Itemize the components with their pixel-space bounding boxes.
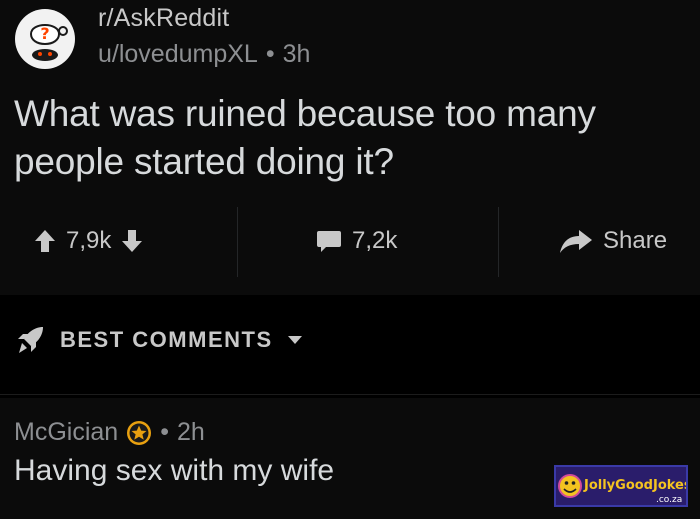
- star-award-icon[interactable]: [126, 420, 152, 446]
- comment-count: 7,2k: [352, 227, 398, 254]
- post-card: ? r/AskReddit u/lovedumpXL • 3h What was r…: [0, 0, 700, 295]
- comments-button[interactable]: 7,2k: [316, 225, 397, 257]
- comment-body: Having sex with my wife: [14, 454, 335, 487]
- post-author[interactable]: u/lovedumpXL: [98, 40, 258, 68]
- arrow-up-icon[interactable]: [34, 229, 56, 253]
- comment-sort-selector[interactable]: BEST COMMENTS: [14, 324, 303, 356]
- share-label: Share: [603, 227, 668, 254]
- comment-separator: •: [160, 418, 169, 446]
- vote-group: 7,9k: [34, 225, 143, 257]
- arrow-down-icon[interactable]: [121, 229, 143, 253]
- post-meta: u/lovedumpXL • 3h: [98, 40, 310, 69]
- comment-header: McGician • 2h: [14, 418, 205, 447]
- post-age: 3h: [282, 40, 311, 68]
- comment-sort-bar: BEST COMMENTS: [0, 296, 700, 395]
- rocket-icon: [18, 327, 43, 353]
- meta-separator: •: [265, 40, 275, 68]
- sort-label: BEST COMMENTS: [60, 327, 273, 352]
- action-divider: [237, 207, 238, 277]
- post-title[interactable]: What was ruined because too many people …: [14, 90, 694, 186]
- subreddit-avatar-icon[interactable]: ?: [14, 8, 76, 70]
- action-divider: [498, 207, 499, 277]
- subreddit-name[interactable]: r/AskReddit: [98, 4, 229, 33]
- watermark-brand: JollyGoodJokes: [583, 478, 686, 493]
- comment-age: 2h: [176, 418, 205, 446]
- post-action-bar: 7,9k 7,2k Share: [0, 205, 700, 277]
- watermark-logo: JollyGoodJokes .co.za: [554, 465, 688, 507]
- share-button[interactable]: Share: [559, 225, 667, 257]
- comment-author[interactable]: McGician: [14, 418, 118, 447]
- svg-text:?: ?: [40, 24, 49, 43]
- watermark-graphic: JollyGoodJokes .co.za: [556, 467, 686, 505]
- caret-down-icon: [287, 336, 302, 344]
- watermark-domain: .co.za: [656, 495, 682, 505]
- speech-bubble-icon: [317, 231, 341, 252]
- upvote-count: 7,9k: [66, 227, 112, 254]
- share-arrow-icon: [560, 230, 592, 253]
